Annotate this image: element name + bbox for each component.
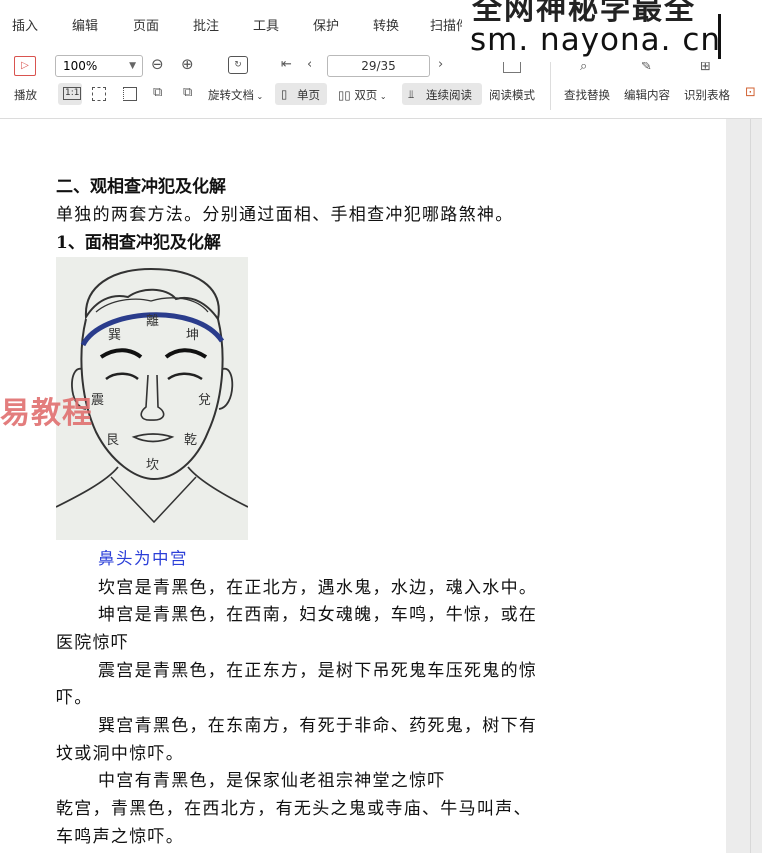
search-icon: ⌕	[580, 59, 588, 74]
play-icon[interactable]: ▷	[14, 56, 36, 76]
read-mode-icon	[503, 62, 521, 73]
toolbar-divider	[550, 58, 551, 110]
rotate-right-icon[interactable]: ⧉	[183, 86, 192, 100]
zoom-select[interactable]: 100% ▼	[55, 55, 143, 77]
rotate-icon[interactable]: ↻	[228, 56, 248, 74]
menu-comment[interactable]: 批注	[193, 15, 219, 34]
chevron-down-icon: ▼	[129, 61, 136, 71]
paragraph-line: 乾宫，青黑色，在西北方，有无头之鬼或寺庙、牛马叫声、	[56, 799, 532, 819]
menu-edit[interactable]: 编辑	[72, 15, 98, 34]
rotate-left-icon[interactable]: ⧉	[153, 86, 162, 100]
menu-tools[interactable]: 工具	[253, 15, 279, 34]
paragraph-line: 医院惊吓	[56, 633, 130, 653]
paragraph-line: 吓。	[56, 688, 93, 708]
zoom-value: 100%	[63, 59, 98, 73]
menu-page[interactable]: 页面	[133, 15, 159, 34]
first-page-icon[interactable]: ⇤	[281, 58, 292, 72]
chevron-down-icon: ⌄	[377, 92, 387, 101]
recognize-table-button[interactable]: 识别表格	[684, 87, 730, 103]
label-dui: 兌	[198, 393, 211, 408]
single-page-label: 单页	[297, 88, 320, 102]
double-page-label: 双页	[354, 88, 378, 102]
edit-icon: ✎	[641, 59, 652, 74]
paragraph-line: 坤宫是青黑色，在西南，妇女魂魄，车鸣，牛惊，或在	[98, 605, 538, 625]
play-button[interactable]: 播放	[14, 87, 37, 103]
single-page-icon: ▯	[281, 87, 288, 101]
fit-width-icon[interactable]	[123, 87, 137, 101]
paragraph-line: 车鸣声之惊吓。	[56, 827, 185, 847]
label-xun: 巽	[108, 328, 121, 343]
chevron-down-icon: ⌄	[254, 92, 264, 101]
label-qian: 乾	[184, 433, 197, 448]
zoom-out-icon[interactable]: ⊖	[151, 57, 164, 72]
fit-page-icon[interactable]	[92, 87, 106, 101]
intro-paragraph: 单独的两套方法。分别通过面相、手相查冲犯哪路煞神。	[56, 205, 514, 225]
text-cursor	[718, 14, 721, 59]
paragraph-line: 中宫有青黑色，是保家仙老祖宗神堂之惊吓	[98, 771, 446, 791]
menu-convert[interactable]: 转换	[373, 15, 399, 34]
menu-protect[interactable]: 保护	[313, 15, 339, 34]
side-watermark: 易教程	[0, 396, 93, 431]
label-kan: 坎	[146, 458, 159, 473]
figure-caption: 鼻头为中宫	[98, 549, 188, 568]
paragraph-line: 坎宫是青黑色，在正北方，遇水鬼，水边，魂入水中。	[98, 578, 538, 598]
continuous-read-label: 连续阅读	[426, 88, 472, 102]
subsection-heading: 1、面相查冲犯及化解	[56, 233, 221, 253]
section-heading: 二、观相查冲犯及化解	[56, 177, 226, 197]
watermark-url: sm. nayona. cn	[470, 22, 722, 58]
continuous-read-button[interactable]: ⫫ 连续阅读	[402, 83, 482, 105]
find-replace-button[interactable]: 查找替换	[564, 87, 610, 103]
continuous-read-icon: ⫫	[408, 87, 415, 101]
prev-page-icon[interactable]: ‹	[307, 58, 312, 72]
label-kun: 坤	[186, 328, 199, 343]
single-page-button[interactable]: ▯ 单页	[275, 83, 327, 105]
page-number-input[interactable]: 29/35	[327, 55, 430, 77]
label-gen: 艮	[106, 433, 119, 448]
table-icon: ⊞	[700, 59, 711, 74]
menu-insert[interactable]: 插入	[12, 15, 38, 34]
next-page-icon[interactable]: ›	[438, 58, 443, 72]
rotate-document-label: 旋转文档	[208, 88, 254, 102]
scrollbar-divider	[750, 119, 751, 853]
label-li: 離	[146, 314, 159, 329]
fit-actual-label: 1:1	[63, 87, 82, 100]
fit-actual-button[interactable]: 1:1	[58, 83, 82, 105]
rotate-document-button[interactable]: 旋转文档 ⌄	[208, 87, 263, 103]
read-mode-button[interactable]: 阅读模式	[489, 87, 535, 103]
scrollbar-track[interactable]	[726, 119, 762, 853]
edit-content-button[interactable]: 编辑内容	[624, 87, 670, 103]
double-page-button[interactable]: ▯▯ 双页 ⌄	[338, 87, 387, 103]
paragraph-line: 巽宫青黑色，在东南方，有死于非命、药死鬼，树下有	[98, 716, 538, 736]
paragraph-line: 震宫是青黑色，在正东方，是树下吊死鬼车压死鬼的惊	[98, 661, 538, 681]
more-tools-icon[interactable]: ⊡	[745, 86, 756, 100]
zoom-in-icon[interactable]: ⊕	[181, 57, 194, 72]
watermark-banner: 全网神秘学最全 sm. nayona. cn	[462, 0, 762, 62]
double-page-icon: ▯▯	[338, 88, 355, 102]
paragraph-line: 坟或洞中惊吓。	[56, 744, 185, 764]
